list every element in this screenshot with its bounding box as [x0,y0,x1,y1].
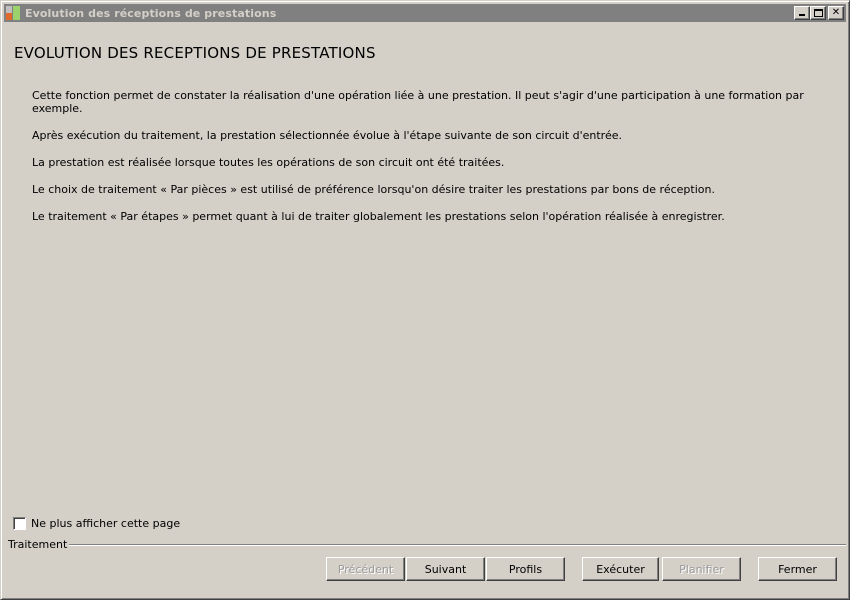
maximize-icon [814,9,823,17]
app-icon [5,5,21,21]
minimize-icon [799,14,805,16]
schedule-button[interactable]: Planifier [662,557,741,581]
description: Cette fonction permet de constater la ré… [32,89,812,237]
profiles-button[interactable]: Profils [486,557,565,581]
hide-page-option[interactable]: Ne plus afficher cette page [13,517,180,530]
window-controls: ✕ [794,6,844,20]
description-paragraph: Cette fonction permet de constater la ré… [32,89,804,115]
hide-page-label[interactable]: Ne plus afficher cette page [31,517,180,530]
description-paragraph: Le choix de traitement « Par pièces » es… [32,183,715,196]
maximize-button[interactable] [810,6,826,20]
close-window-button[interactable]: ✕ [828,6,844,20]
title-bar[interactable]: Evolution des réceptions de prestations … [4,4,846,22]
minimize-button[interactable] [794,6,810,20]
window-title: Evolution des réceptions de prestations [25,6,277,20]
close-button[interactable]: Fermer [758,557,837,581]
group-divider [61,544,846,546]
group-label: Traitement [8,538,70,551]
description-paragraph: La prestation est réalisée lorsque toute… [32,156,505,169]
page-title: EVOLUTION DES RECEPTIONS DE PRESTATIONS [14,44,376,62]
wizard-window: Evolution des réceptions de prestations … [0,0,850,600]
next-button[interactable]: Suivant [406,557,485,581]
description-paragraph: Après exécution du traitement, la presta… [32,129,622,142]
execute-button[interactable]: Exécuter [582,557,659,581]
previous-button[interactable]: Précédent [326,557,405,581]
hide-page-checkbox[interactable] [13,517,26,530]
close-icon: ✕ [831,7,841,18]
description-paragraph: Le traitement « Par étapes » permet quan… [32,210,725,223]
